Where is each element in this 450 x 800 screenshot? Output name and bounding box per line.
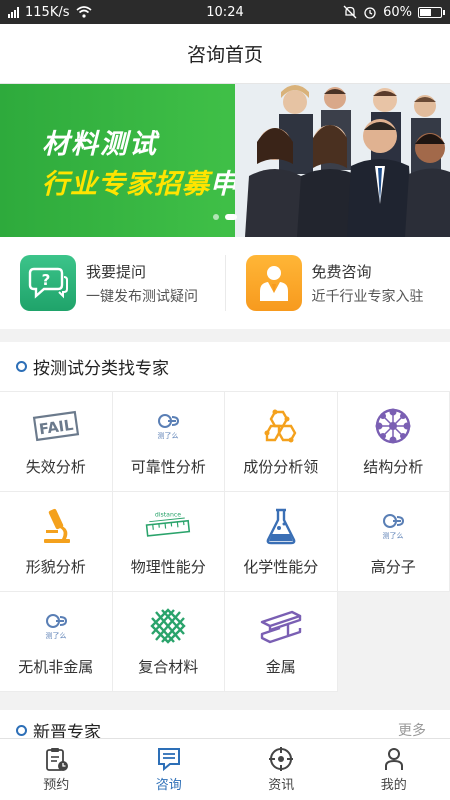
category-label: 物理性能分 <box>130 558 206 576</box>
more-link[interactable]: 更多 <box>398 720 426 740</box>
category-grid: FAIL 失效分析 测了么 可靠性分析 成份分析领 结构分析 形貌分析 dist… <box>0 392 450 692</box>
molecule-icon <box>257 406 305 446</box>
distance-ruler-icon: distance <box>144 506 192 546</box>
signal-icon <box>8 6 19 18</box>
mute-bell-icon <box>343 5 357 19</box>
category-item[interactable]: 测了么 可靠性分析 <box>112 392 225 492</box>
tab-label: 我的 <box>380 778 407 793</box>
flask-icon <box>257 506 305 546</box>
category-item[interactable]: FAIL 失效分析 <box>0 392 113 492</box>
alarm-icon <box>364 7 376 19</box>
clipboard-icon <box>46 748 69 771</box>
target-icon <box>269 747 294 771</box>
tab-consult[interactable]: 咨询 <box>113 739 226 800</box>
chat-doc-icon <box>157 748 180 772</box>
crystal-structure-icon <box>369 406 417 446</box>
composite-weave-icon <box>144 606 192 646</box>
microscope-icon <box>32 506 80 546</box>
distance-label: distance <box>155 512 181 519</box>
category-item[interactable]: 形貌分析 <box>0 492 113 592</box>
logo-caption: 测了么 <box>383 532 404 540</box>
category-item[interactable]: 结构分析 <box>337 392 450 492</box>
quick-actions: ? 我要提问 一键发布测试疑问 免费咨询 近千行业专家入驻 <box>0 237 450 329</box>
category-item[interactable]: 复合材料 <box>112 592 225 692</box>
clock: 10:24 <box>206 4 244 20</box>
logo-caption: 测了么 <box>45 632 66 640</box>
cele-logo-icon: 测了么 <box>369 506 417 546</box>
banner-dot-active[interactable] <box>225 214 237 220</box>
category-label: 失效分析 <box>25 458 86 476</box>
category-label: 化学性能分 <box>243 558 319 576</box>
category-label: 无机非金属 <box>18 658 94 676</box>
battery-icon <box>418 6 445 18</box>
metal-beam-icon <box>257 606 305 646</box>
question-chat-icon: ? <box>20 255 76 311</box>
banner-pagination[interactable] <box>213 214 237 220</box>
tab-label: 预约 <box>43 778 70 793</box>
wifi-icon <box>75 6 92 18</box>
ask-question-button[interactable]: ? 我要提问 一键发布测试疑问 <box>0 237 225 329</box>
category-label: 成份分析领 <box>243 458 319 476</box>
tab-label: 资讯 <box>268 778 295 793</box>
cele-logo-icon: 测了么 <box>144 406 192 446</box>
ask-title: 我要提问 <box>86 262 147 281</box>
empty-cell <box>337 592 450 692</box>
section-ring-icon <box>16 361 27 372</box>
logo-caption: 测了么 <box>158 432 179 440</box>
fail-stamp-icon: FAIL <box>32 406 80 446</box>
category-item[interactable]: 化学性能分 <box>225 492 338 592</box>
category-label: 结构分析 <box>363 458 424 476</box>
tab-news[interactable]: 资讯 <box>225 739 338 800</box>
category-section-title: 按测试分类找专家 <box>33 359 169 379</box>
tab-label: 咨询 <box>155 778 182 793</box>
category-item[interactable]: 测了么 高分子 <box>337 492 450 592</box>
category-item[interactable]: 成份分析领 <box>225 392 338 492</box>
svg-text:?: ? <box>42 271 51 289</box>
category-item[interactable]: 金属 <box>225 592 338 692</box>
category-label: 金属 <box>265 658 296 676</box>
consult-title: 免费咨询 <box>311 262 372 281</box>
tab-mine[interactable]: 我的 <box>338 739 450 800</box>
category-item[interactable]: 测了么 无机非金属 <box>0 592 113 692</box>
category-item[interactable]: distance 物理性能分 <box>112 492 225 592</box>
cele-logo-icon: 测了么 <box>32 606 80 646</box>
free-consult-button[interactable]: 免费咨询 近千行业专家入驻 <box>226 237 450 329</box>
consult-subtitle: 近千行业专家入驻 <box>311 288 424 305</box>
category-label: 复合材料 <box>138 658 199 676</box>
network-speed: 115K/s <box>25 4 70 20</box>
bottom-tab-bar: 预约 咨询 资讯 我的 <box>0 738 450 800</box>
category-label: 高分子 <box>370 558 416 576</box>
expert-person-icon <box>245 255 302 311</box>
category-section-header: 按测试分类找专家 <box>0 342 450 392</box>
category-label: 可靠性分析 <box>130 458 206 476</box>
user-icon <box>384 748 403 770</box>
page-title: 咨询首页 <box>0 24 450 84</box>
section-ring-icon <box>16 724 27 736</box>
banner-highlight: 行业专家招募 <box>42 169 210 200</box>
banner-people-image <box>235 84 450 237</box>
battery-percent: 60% <box>383 4 412 20</box>
banner-dot[interactable] <box>213 214 219 220</box>
banner-line1: 材料测试 <box>42 129 158 160</box>
category-label: 形貌分析 <box>25 558 86 576</box>
tab-appointment[interactable]: 预约 <box>0 739 113 800</box>
status-bar: 115K/s 10:24 60% <box>0 0 450 24</box>
ask-subtitle: 一键发布测试疑问 <box>86 288 198 305</box>
